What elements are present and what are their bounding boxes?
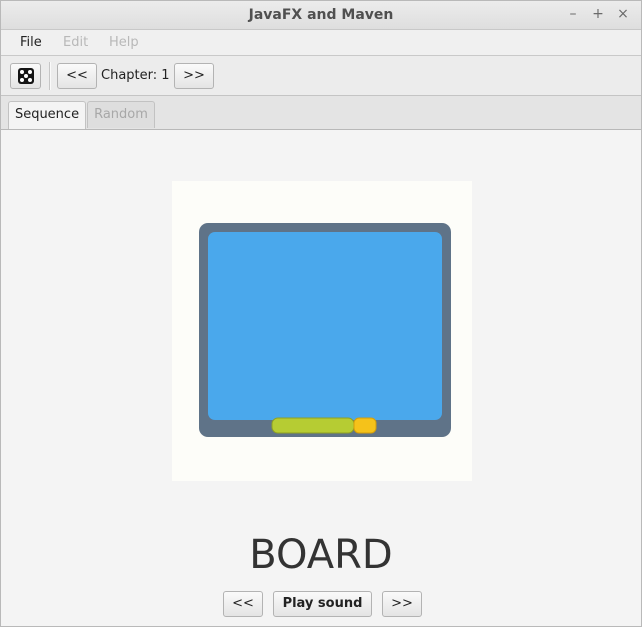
card-panel: BOARD << Play sound >>	[1, 130, 641, 626]
close-icon[interactable]: ×	[614, 5, 632, 23]
blackboard-icon	[172, 181, 472, 481]
menu-file[interactable]: File	[20, 35, 42, 50]
minimize-icon[interactable]: –	[564, 5, 582, 23]
menu-help: Help	[109, 35, 139, 50]
previous-card-button[interactable]: <<	[223, 591, 263, 617]
window-title: JavaFX and Maven	[248, 7, 394, 23]
toolbar-separator	[49, 62, 51, 90]
tab-bar: Sequence Random	[1, 96, 641, 130]
previous-chapter-button[interactable]: <<	[57, 63, 97, 89]
random-chapter-button[interactable]	[10, 63, 41, 89]
toolbar: << Chapter: 1 >>	[1, 56, 641, 96]
menu-bar: File Edit Help	[1, 30, 641, 56]
menu-edit: Edit	[63, 35, 89, 50]
chapter-label: Chapter: 1	[101, 68, 170, 83]
play-sound-button[interactable]: Play sound	[273, 591, 372, 617]
tab-sequence[interactable]: Sequence	[8, 101, 86, 129]
app-window: JavaFX and Maven – + × File Edit Help <<…	[0, 0, 642, 627]
card-word: BOARD	[249, 532, 393, 578]
dice-icon	[18, 68, 34, 84]
title-bar[interactable]: JavaFX and Maven – + ×	[1, 1, 641, 30]
next-chapter-button[interactable]: >>	[174, 63, 214, 89]
next-card-button[interactable]: >>	[382, 591, 422, 617]
tab-random[interactable]: Random	[87, 101, 155, 128]
card-image	[172, 181, 472, 481]
maximize-icon[interactable]: +	[589, 5, 607, 23]
